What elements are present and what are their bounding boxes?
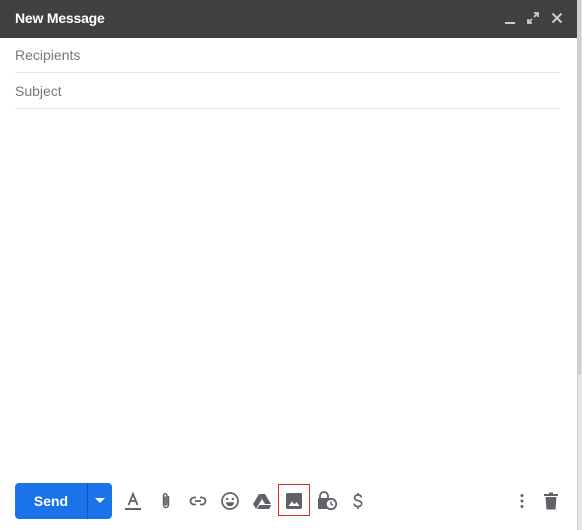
recipients-input[interactable] <box>15 47 560 63</box>
compose-title: New Message <box>15 10 105 26</box>
close-button[interactable] <box>549 10 565 26</box>
dollar-icon <box>353 493 363 509</box>
expand-icon <box>527 12 539 24</box>
drive-icon <box>253 494 272 509</box>
insert-photo-button[interactable] <box>278 484 310 516</box>
subject-field[interactable] <box>15 74 560 109</box>
emoji-icon <box>221 492 239 510</box>
lock-clock-icon <box>318 491 338 511</box>
more-send-options-button[interactable] <box>88 483 112 519</box>
message-body[interactable] <box>15 112 564 471</box>
more-vert-icon <box>520 494 524 508</box>
minimize-button[interactable] <box>502 10 518 26</box>
recipients-field[interactable] <box>15 38 560 73</box>
send-money-button[interactable] <box>343 486 373 516</box>
compose-header[interactable]: New Message <box>0 0 577 38</box>
insert-drive-file-button[interactable] <box>247 486 277 516</box>
discard-draft-button[interactable] <box>536 486 566 516</box>
compose-window: New Message Send <box>0 0 577 530</box>
formatting-options-button[interactable] <box>118 486 148 516</box>
caret-down-icon <box>95 498 105 503</box>
send-button[interactable]: Send <box>15 483 87 519</box>
scrollbar-thumb[interactable] <box>578 0 581 375</box>
subject-input[interactable] <box>15 83 560 99</box>
photo-icon <box>286 493 302 509</box>
text-format-icon <box>125 491 141 510</box>
trash-icon <box>544 492 558 510</box>
insert-emoji-button[interactable] <box>215 486 245 516</box>
insert-link-button[interactable] <box>183 486 213 516</box>
close-icon <box>551 12 563 24</box>
minimize-icon <box>505 22 515 24</box>
full-screen-button[interactable] <box>525 10 541 26</box>
attach-files-button[interactable] <box>151 486 181 516</box>
send-button-group: Send <box>15 483 112 519</box>
paperclip-icon <box>162 493 170 509</box>
confidential-mode-button[interactable] <box>311 486 341 516</box>
more-options-button[interactable] <box>507 486 537 516</box>
link-icon <box>189 496 207 506</box>
